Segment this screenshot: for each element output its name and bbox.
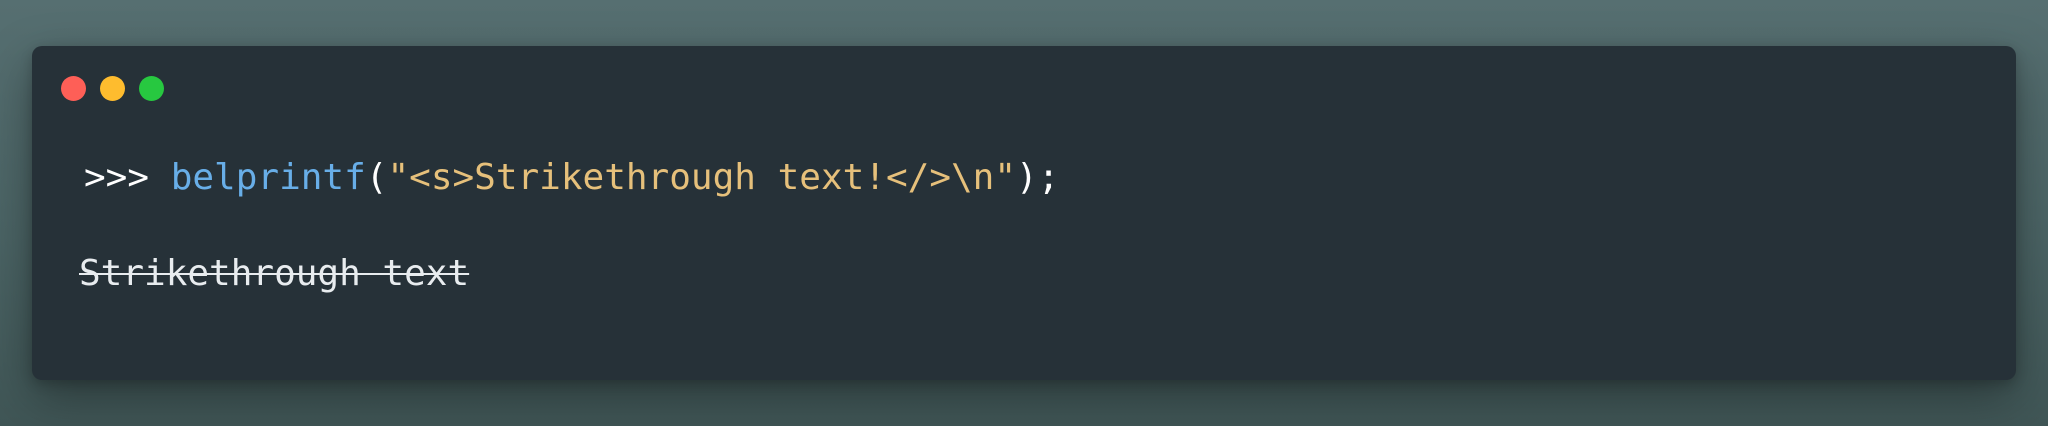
open-paren: ( bbox=[365, 157, 388, 198]
function-name: belprintf bbox=[170, 157, 366, 198]
strikethrough-output: Strikethrough text bbox=[79, 253, 470, 294]
close-paren: ) bbox=[1016, 157, 1038, 198]
terminal-window: >>> belprintf("<s>Strikethrough text!</>… bbox=[32, 46, 2016, 380]
command-line: >>> belprintf("<s>Strikethrough text!</>… bbox=[84, 154, 1976, 202]
close-window-button[interactable] bbox=[61, 76, 86, 101]
prompt: >>> bbox=[84, 157, 171, 198]
minimize-window-button[interactable] bbox=[100, 76, 125, 101]
zoom-window-button[interactable] bbox=[139, 76, 164, 101]
string-literal: "<s>Strikethrough text!</>\n" bbox=[387, 157, 1017, 198]
terminal-body: >>> belprintf("<s>Strikethrough text!</>… bbox=[79, 154, 1976, 294]
semicolon: ; bbox=[1037, 157, 1060, 198]
window-controls bbox=[61, 76, 164, 101]
